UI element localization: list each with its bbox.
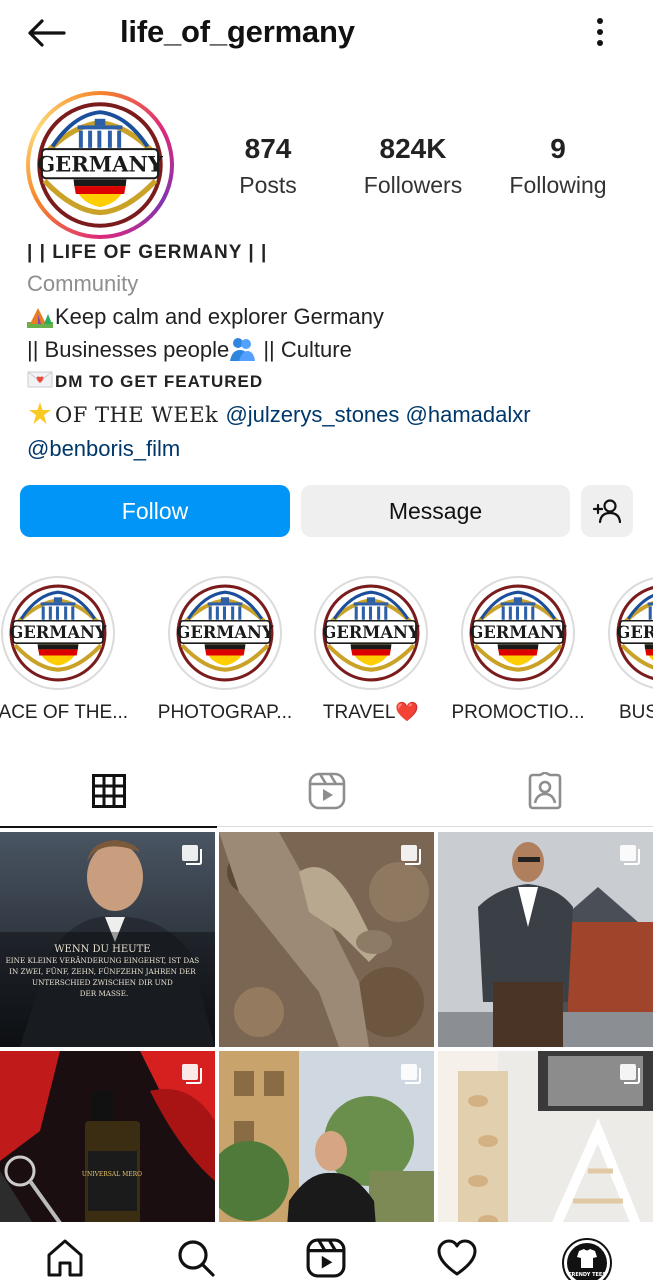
followers-stat[interactable]: 824K Followers (348, 130, 478, 202)
carousel-icon (620, 845, 640, 865)
highlight-item[interactable]: GERMANY PHOTOGRAP... (152, 576, 298, 725)
profile-tabs (0, 755, 653, 828)
svg-text:GERMANY: GERMANY (616, 623, 653, 642)
highlight-cover: GERMANY (168, 576, 282, 690)
svg-text:GERMANY: GERMANY (176, 623, 274, 642)
bio-category: Community (27, 271, 139, 296)
nav-search[interactable] (171, 1238, 221, 1280)
bio-display-name: | | LIFE OF GERMANY | | (27, 242, 268, 263)
nav-profile[interactable]: TRENDY TEES (562, 1238, 612, 1280)
svg-text:GERMANY: GERMANY (9, 623, 107, 642)
heart-icon (437, 1239, 477, 1276)
posts-label: Posts (239, 172, 297, 198)
reels-icon (308, 772, 345, 810)
highlight-label: TRAVEL❤️ (322, 702, 420, 723)
following-stat[interactable]: 9 Following (493, 130, 623, 202)
tagged-user-icon (528, 772, 561, 810)
bio-line-2b-text: || Culture (257, 337, 352, 362)
svg-text:UNIVERSAL MERO: UNIVERSAL MERO (82, 1171, 142, 1178)
arrow-left-icon (28, 19, 66, 47)
camping-emoji-icon (27, 308, 53, 328)
nav-home[interactable] (40, 1238, 90, 1280)
more-vertical-icon (597, 18, 603, 46)
svg-text:GERMANY: GERMANY (322, 623, 420, 642)
add-user-icon (592, 499, 622, 524)
following-count: 9 (550, 133, 566, 164)
germany-logo-image: GERMANY (614, 582, 653, 684)
bio-line-2: || Businesses people || Culture (27, 333, 637, 366)
nav-activity[interactable] (432, 1238, 482, 1280)
profile-avatar: TRENDY TEES (562, 1238, 612, 1280)
suggested-users-button[interactable] (581, 485, 633, 537)
highlight-cover: GERMANY (1, 576, 115, 690)
mention-link-1[interactable]: @julzerys_stones (225, 402, 399, 427)
highlight-label: FACE OF THE... (0, 702, 129, 723)
profile-bio: | | LIFE OF GERMANY | | Community Keep c… (27, 238, 637, 465)
home-icon (47, 1239, 83, 1277)
posts-count: 874 (244, 133, 292, 164)
bio-line-5: @benboris_film (27, 432, 637, 465)
tab-grid[interactable] (0, 755, 217, 828)
highlight-cover: GERMANY (608, 576, 653, 690)
carousel-icon (182, 845, 202, 865)
highlight-cover: GERMANY (314, 576, 428, 690)
followers-count: 824K (379, 133, 447, 164)
message-button[interactable]: Message (301, 485, 570, 537)
bio-line-4: OF THE WEEk @julzerys_stones @hamadalxr (27, 398, 637, 432)
nav-reels[interactable] (301, 1238, 351, 1280)
svg-text:GERMANY: GERMANY (469, 623, 567, 642)
svg-text:TRENDY TEES: TRENDY TEES (568, 1272, 606, 1278)
highlight-label: PHOTOGRAP... (157, 702, 293, 723)
post-tile[interactable] (438, 832, 653, 1047)
bio-line-1-text: Keep calm and explorer Germany (55, 304, 384, 329)
tab-reels[interactable] (218, 755, 435, 827)
profile-username: life_of_germany (120, 14, 355, 49)
bio-line-2-text: || Businesses people (27, 337, 230, 362)
posts-grid: WENN DU HEUTE EINE KLEINE VERÄNDERUNG EI… (0, 832, 653, 1266)
follow-button[interactable]: Follow (20, 485, 290, 537)
highlight-label: PROMOCTIO... (451, 702, 585, 723)
followers-label: Followers (363, 172, 463, 198)
glowing-star-emoji-icon (29, 402, 51, 424)
germany-logo-image: GERMANY (320, 582, 422, 684)
carousel-icon (401, 1064, 421, 1084)
posts-stat[interactable]: 874 Posts (203, 130, 333, 202)
tab-tagged[interactable] (436, 755, 653, 827)
carousel-icon (401, 845, 421, 865)
highlight-label: BUS (619, 702, 653, 723)
mention-link-2[interactable]: @hamadalxr (406, 402, 531, 427)
germany-logo-image: GERMANY (467, 582, 569, 684)
profile-stats: 874 Posts 824K Followers 9 Following (0, 130, 653, 210)
top-bar: life_of_germany (0, 0, 653, 64)
highlight-item[interactable]: GERMANY TRAVEL❤️ (298, 576, 444, 725)
carousel-icon (620, 1064, 640, 1084)
highlight-item[interactable]: GERMANY PROMOCTIO... (445, 576, 591, 725)
highlight-item[interactable]: GERMANY BUS (592, 576, 653, 725)
back-button[interactable] (22, 12, 70, 54)
bottom-navigation: TRENDY TEES (0, 1222, 653, 1280)
germany-logo-image: GERMANY (7, 582, 109, 684)
people-hugging-emoji-icon (230, 338, 256, 361)
search-icon (178, 1240, 215, 1277)
post-tile[interactable] (219, 832, 434, 1047)
bio-line-4-prefix: OF THE WEEk (55, 403, 226, 427)
reels-icon (306, 1238, 346, 1278)
grid-icon (91, 774, 126, 808)
more-options-button[interactable] (582, 12, 618, 52)
love-letter-emoji-icon (27, 371, 53, 388)
bio-line-3: DM TO GET FEATURED (27, 366, 637, 398)
carousel-icon (182, 1064, 202, 1084)
bio-line-3-text: DM TO GET FEATURED (55, 372, 264, 391)
mention-link-3[interactable]: @benboris_film (27, 436, 180, 461)
following-label: Following (509, 172, 607, 198)
highlight-item[interactable]: GERMANY FACE OF THE... (0, 576, 131, 725)
highlight-cover: GERMANY (461, 576, 575, 690)
bio-line-1: Keep calm and explorer Germany (27, 300, 637, 333)
post-tile[interactable]: WENN DU HEUTE EINE KLEINE VERÄNDERUNG EI… (0, 832, 215, 1047)
germany-logo-image: GERMANY (174, 582, 276, 684)
